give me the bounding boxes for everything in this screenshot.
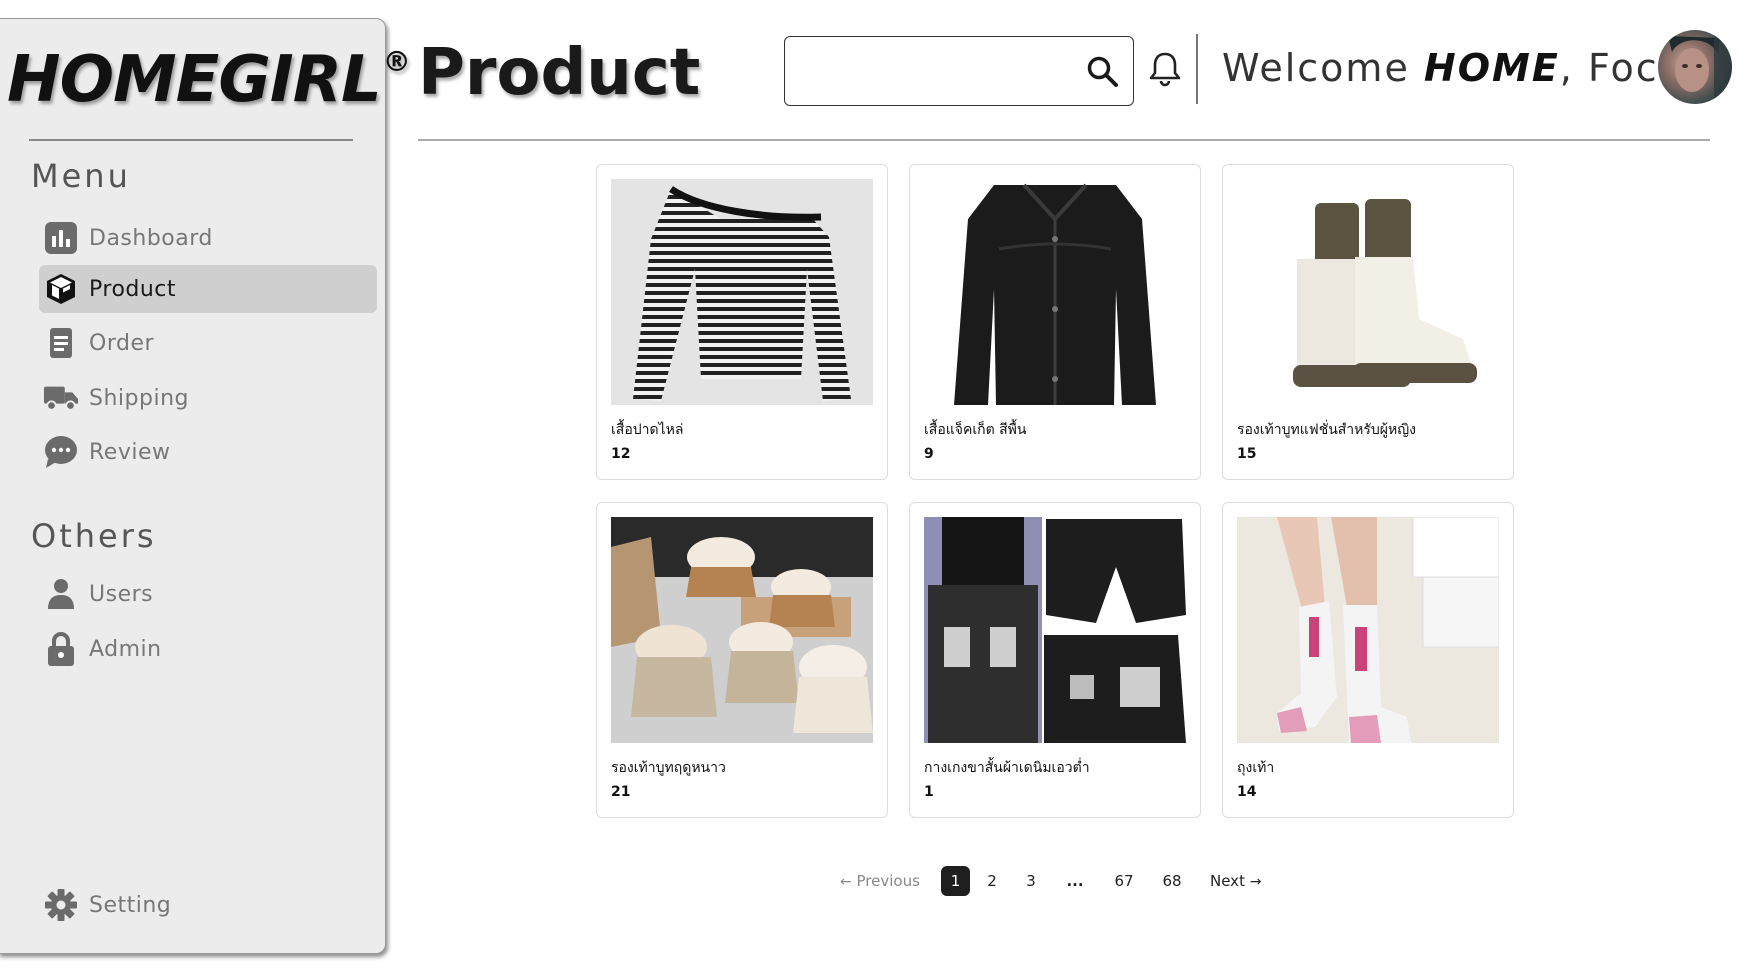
chat-bubble-icon — [43, 434, 79, 470]
product-card[interactable]: รองเท้าบูทฤดูหนาว 21 — [596, 502, 888, 818]
product-image-winter-boots — [611, 517, 873, 743]
pagination-previous-label: Previous — [856, 872, 920, 890]
gear-icon — [43, 887, 79, 923]
pagination-page-button[interactable]: 68 — [1156, 866, 1188, 896]
pagination-page-button[interactable]: 1 — [941, 866, 970, 896]
product-quantity: 21 — [611, 784, 631, 800]
product-image-denim-shorts — [924, 517, 1186, 743]
pagination-page-button[interactable]: 2 — [978, 866, 1006, 896]
sidebar-item-label: Review — [89, 439, 171, 465]
product-name: เสื้อแจ็คเก็ต สีพื้น — [924, 422, 1027, 438]
product-name: เสื้อปาดไหล่ — [611, 422, 684, 438]
product-card[interactable]: รองเท้าบูทแฟชั่นสำหรับผู้หญิง 15 — [1222, 164, 1514, 480]
menu-section-title: Menu — [31, 157, 131, 195]
document-icon — [43, 325, 79, 361]
header-divider-line — [418, 139, 1710, 141]
pagination-previous-button[interactable]: ← Previous — [840, 866, 936, 896]
sidebar-item-label: Dashboard — [89, 225, 213, 251]
product-image-socks — [1237, 517, 1499, 743]
others-section-title: Others — [31, 517, 157, 555]
sidebar-item-label: Product — [89, 276, 177, 302]
sidebar-item-admin[interactable]: Admin — [39, 625, 377, 673]
sidebar-item-setting[interactable]: Setting — [39, 881, 377, 929]
sidebar-item-label: Admin — [89, 636, 162, 662]
search-input[interactable] — [795, 47, 1069, 97]
welcome-brand: HOME — [1423, 46, 1560, 90]
welcome-prefix: Welcome — [1222, 46, 1424, 90]
pagination-ellipsis: ... — [1066, 872, 1084, 890]
sidebar-item-label: Order — [89, 330, 155, 356]
product-image-leather-jacket — [924, 179, 1186, 405]
product-card[interactable]: เสื้อปาดไหล่ 12 — [596, 164, 888, 480]
welcome-message: Welcome HOME, Focus — [1222, 46, 1706, 90]
arrow-right-icon: → — [1249, 874, 1262, 890]
product-name: กางเกงขาสั้นผ้าเดนิมเอวต่ำ — [924, 760, 1090, 776]
sidebar-item-order[interactable]: Order — [39, 319, 377, 367]
search-icon[interactable] — [1085, 54, 1119, 92]
sidebar-item-shipping[interactable]: Shipping — [39, 374, 377, 422]
product-quantity: 15 — [1237, 446, 1257, 462]
product-name: รองเท้าบูทแฟชั่นสำหรับผู้หญิง — [1237, 422, 1416, 438]
product-quantity: 1 — [924, 784, 934, 800]
product-card[interactable]: ถุงเท้า 14 — [1222, 502, 1514, 818]
bell-icon[interactable] — [1148, 50, 1182, 92]
product-image-striped-top — [611, 179, 873, 405]
pagination-page-button[interactable]: 3 — [1017, 866, 1045, 896]
box-icon — [43, 271, 79, 307]
sidebar-item-label: Setting — [89, 892, 172, 918]
product-quantity: 12 — [611, 446, 631, 462]
product-card[interactable]: เสื้อแจ็คเก็ต สีพื้น 9 — [909, 164, 1201, 480]
pagination-page-button[interactable]: 67 — [1108, 866, 1140, 896]
registered-mark: ® — [382, 45, 411, 78]
product-quantity: 14 — [1237, 784, 1257, 800]
product-card[interactable]: กางเกงขาสั้นผ้าเดนิมเอวต่ำ 1 — [909, 502, 1201, 818]
sidebar-item-review[interactable]: Review — [39, 428, 377, 476]
sidebar: HOMEGIRL® Menu Dashboard Product Order S… — [0, 18, 411, 954]
lock-icon — [43, 631, 79, 667]
brand-name: HOMEGIRL — [7, 43, 382, 117]
logo-divider — [29, 139, 353, 141]
product-quantity: 9 — [924, 446, 934, 462]
page-title: Product — [418, 36, 701, 110]
product-name: รองเท้าบูทฤดูหนาว — [611, 760, 726, 776]
header-divider — [1196, 34, 1198, 104]
truck-icon — [43, 380, 79, 416]
product-name: ถุงเท้า — [1237, 760, 1275, 776]
user-icon — [43, 576, 79, 612]
pagination-next-button[interactable]: Next → — [1210, 866, 1274, 896]
arrow-left-icon: ← — [840, 874, 852, 890]
sidebar-item-product[interactable]: Product — [39, 265, 377, 313]
avatar[interactable] — [1658, 30, 1732, 104]
sidebar-item-users[interactable]: Users — [39, 570, 377, 618]
sidebar-item-label: Shipping — [89, 385, 189, 411]
pagination-next-label: Next — [1210, 872, 1245, 890]
sidebar-item-label: Users — [89, 581, 154, 607]
product-image-fashion-boots — [1237, 179, 1499, 405]
sidebar-item-dashboard[interactable]: Dashboard — [39, 214, 377, 262]
bar-chart-icon — [43, 220, 79, 256]
brand-logo[interactable]: HOMEGIRL® — [7, 43, 411, 117]
search-box — [784, 36, 1134, 106]
